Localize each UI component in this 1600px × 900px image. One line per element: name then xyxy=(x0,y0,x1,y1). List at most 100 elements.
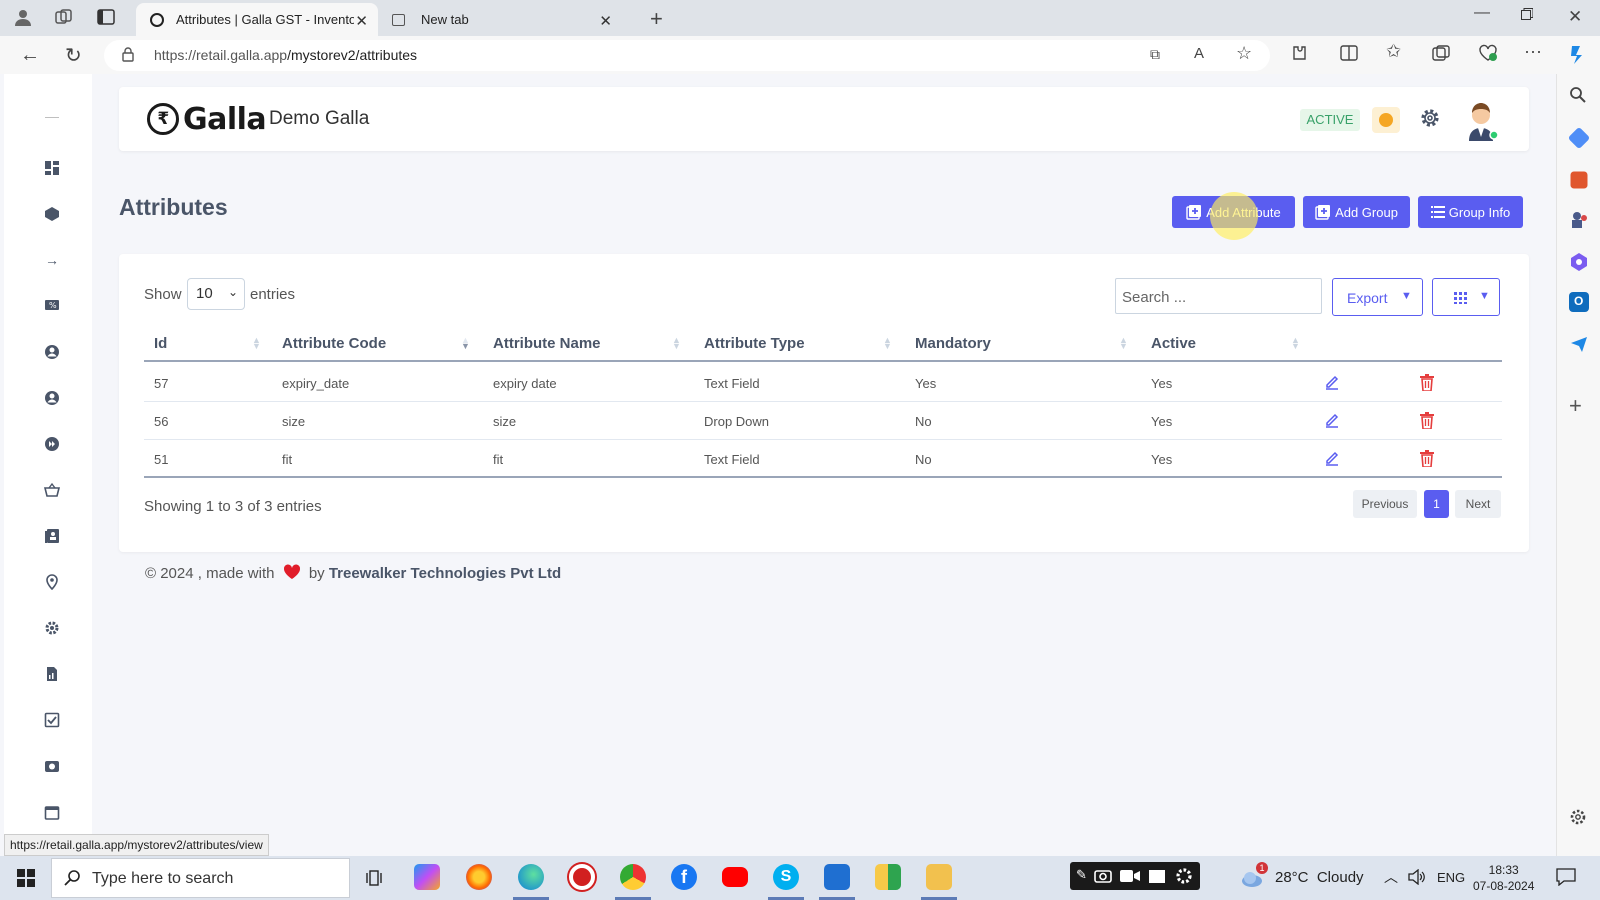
coin-icon[interactable] xyxy=(1372,107,1400,133)
collapse-icon[interactable]: — xyxy=(44,108,60,124)
copilot-app-icon[interactable] xyxy=(414,864,440,890)
weather-text[interactable]: 28°C Cloudy xyxy=(1275,869,1364,886)
minimize-icon[interactable]: — xyxy=(1474,4,1490,22)
store-icon[interactable] xyxy=(824,864,850,890)
pagination-next[interactable]: Next xyxy=(1455,490,1501,518)
edit-pencil-icon[interactable] xyxy=(1324,450,1340,466)
browser-essentials-icon[interactable] xyxy=(1478,44,1498,62)
edit-pencil-icon[interactable] xyxy=(1324,412,1340,428)
favorites-icon[interactable]: ✩ xyxy=(1386,41,1401,62)
firefox-icon[interactable] xyxy=(466,864,492,890)
galla-logo[interactable]: ₹ Galla xyxy=(147,101,267,137)
user-circle-icon[interactable] xyxy=(44,390,60,406)
column-header-attribute-name[interactable]: Attribute Name xyxy=(493,335,601,352)
tab-close-icon[interactable]: ✕ xyxy=(599,12,612,30)
chrome-icon[interactable] xyxy=(620,864,646,890)
user-circle-icon[interactable] xyxy=(44,344,60,360)
sort-icon[interactable]: ▲ ▼ xyxy=(1291,336,1300,351)
open-in-app-icon[interactable]: ⧉ xyxy=(1150,46,1160,63)
app-icon[interactable] xyxy=(875,864,901,890)
tab-attributes[interactable]: Attributes | Galla GST - Inventory ✕ xyxy=(136,3,378,36)
settings-gear-icon[interactable] xyxy=(1419,107,1443,131)
delete-trash-icon[interactable] xyxy=(1420,450,1436,468)
language-indicator[interactable]: ENG xyxy=(1437,870,1465,885)
basket-icon[interactable] xyxy=(44,482,60,498)
browser-collections-icon[interactable] xyxy=(1432,45,1450,61)
edge-icon[interactable] xyxy=(518,864,544,890)
taskbar-search-input[interactable]: Type here to search xyxy=(51,858,350,898)
favorite-star-icon[interactable]: ☆ xyxy=(1236,43,1252,64)
settings-gear-icon[interactable] xyxy=(1569,808,1589,828)
location-pin-icon[interactable] xyxy=(44,574,60,590)
collections-icon[interactable] xyxy=(55,9,73,25)
shopping-tag-icon[interactable] xyxy=(1567,126,1591,150)
report-file-icon[interactable] xyxy=(44,666,60,682)
column-header-id[interactable]: Id xyxy=(154,335,167,352)
notification-icon[interactable] xyxy=(1556,868,1576,886)
video-camera-icon[interactable] xyxy=(1120,869,1140,883)
more-options-icon[interactable]: ··· xyxy=(1524,41,1542,62)
screen-capture-icon[interactable] xyxy=(1148,868,1166,884)
box-icon[interactable] xyxy=(44,206,60,222)
new-tab-plus-icon[interactable]: + xyxy=(650,6,663,32)
edit-pencil-icon[interactable] xyxy=(1324,374,1340,390)
youtube-icon[interactable] xyxy=(722,867,748,887)
column-header-attribute-code[interactable]: Attribute Code xyxy=(282,335,386,352)
tab-new-tab[interactable]: New tab ✕ xyxy=(382,3,622,36)
pen-icon[interactable]: ✎ xyxy=(1076,867,1087,883)
add-plus-icon[interactable]: + xyxy=(1569,395,1589,417)
delete-trash-icon[interactable] xyxy=(1420,412,1436,430)
skype-icon[interactable]: S xyxy=(773,864,799,890)
copilot-icon[interactable] xyxy=(1566,44,1588,66)
task-view-icon[interactable] xyxy=(366,869,386,887)
delete-trash-icon[interactable] xyxy=(1420,374,1436,392)
add-group-button[interactable]: Add Group xyxy=(1303,196,1410,228)
column-visibility-button[interactable]: ▼ xyxy=(1432,278,1500,316)
camera-icon[interactable] xyxy=(1094,868,1112,883)
window-close-icon[interactable]: ✕ xyxy=(1568,7,1582,27)
column-header-active[interactable]: Active xyxy=(1151,335,1196,352)
file-explorer-icon[interactable] xyxy=(926,864,952,890)
sort-icon[interactable]: ▲ ▼ xyxy=(252,336,261,351)
column-header-attribute-type[interactable]: Attribute Type xyxy=(704,335,805,352)
calendar-icon[interactable] xyxy=(44,804,60,820)
footer-company[interactable]: Treewalker Technologies Pvt Ltd xyxy=(329,565,561,582)
column-header-mandatory[interactable]: Mandatory xyxy=(915,335,991,352)
sort-icon[interactable]: ▲ ▼ xyxy=(461,336,470,351)
forward-circle-icon[interactable] xyxy=(44,436,60,452)
sort-icon[interactable]: ▲ ▼ xyxy=(672,336,681,351)
search-icon[interactable] xyxy=(1569,86,1589,106)
arrow-right-icon[interactable]: → xyxy=(44,252,60,268)
split-screen-icon[interactable] xyxy=(1340,45,1358,61)
pagination-page-1[interactable]: 1 xyxy=(1424,490,1449,518)
restore-icon[interactable] xyxy=(1521,8,1533,20)
back-arrow-icon[interactable]: ← xyxy=(20,44,40,67)
reload-icon[interactable]: ↻ xyxy=(65,43,82,68)
record-icon[interactable] xyxy=(569,864,595,890)
settings-gear-icon[interactable] xyxy=(44,620,60,636)
group-info-button[interactable]: Group Info xyxy=(1418,196,1523,228)
speaker-icon[interactable] xyxy=(1408,869,1426,885)
toolbox-icon[interactable] xyxy=(1570,171,1588,189)
dashboard-icon[interactable] xyxy=(44,160,60,176)
page-size-select[interactable]: 10 ⌄ xyxy=(187,278,245,310)
export-button[interactable]: Export ▼ xyxy=(1332,278,1423,316)
tab-actions-icon[interactable] xyxy=(97,9,115,25)
checkbox-icon[interactable] xyxy=(44,712,60,728)
sort-icon[interactable]: ▲ ▼ xyxy=(883,336,892,351)
search-input[interactable]: Search ... xyxy=(1115,278,1322,314)
url-field[interactable]: https://retail.galla.app/mystorev2/attri… xyxy=(104,40,1270,71)
clock[interactable]: 18:33 07-08-2024 xyxy=(1473,862,1534,894)
facebook-icon[interactable]: f xyxy=(671,864,697,890)
extensions-icon[interactable] xyxy=(1290,44,1308,62)
chevron-up-icon[interactable]: ︿ xyxy=(1384,867,1398,887)
sort-icon[interactable]: ▲ ▼ xyxy=(1119,336,1128,351)
settings-gear-icon[interactable] xyxy=(1174,866,1194,886)
outlook-icon[interactable]: O xyxy=(1569,292,1589,312)
read-aloud-icon[interactable]: A xyxy=(1194,45,1204,62)
contacts-book-icon[interactable] xyxy=(44,528,60,544)
office-icon[interactable] xyxy=(1569,252,1589,272)
tab-close-icon[interactable]: ✕ xyxy=(355,12,368,30)
avatar[interactable] xyxy=(1459,97,1503,141)
camera-icon[interactable] xyxy=(44,758,60,774)
